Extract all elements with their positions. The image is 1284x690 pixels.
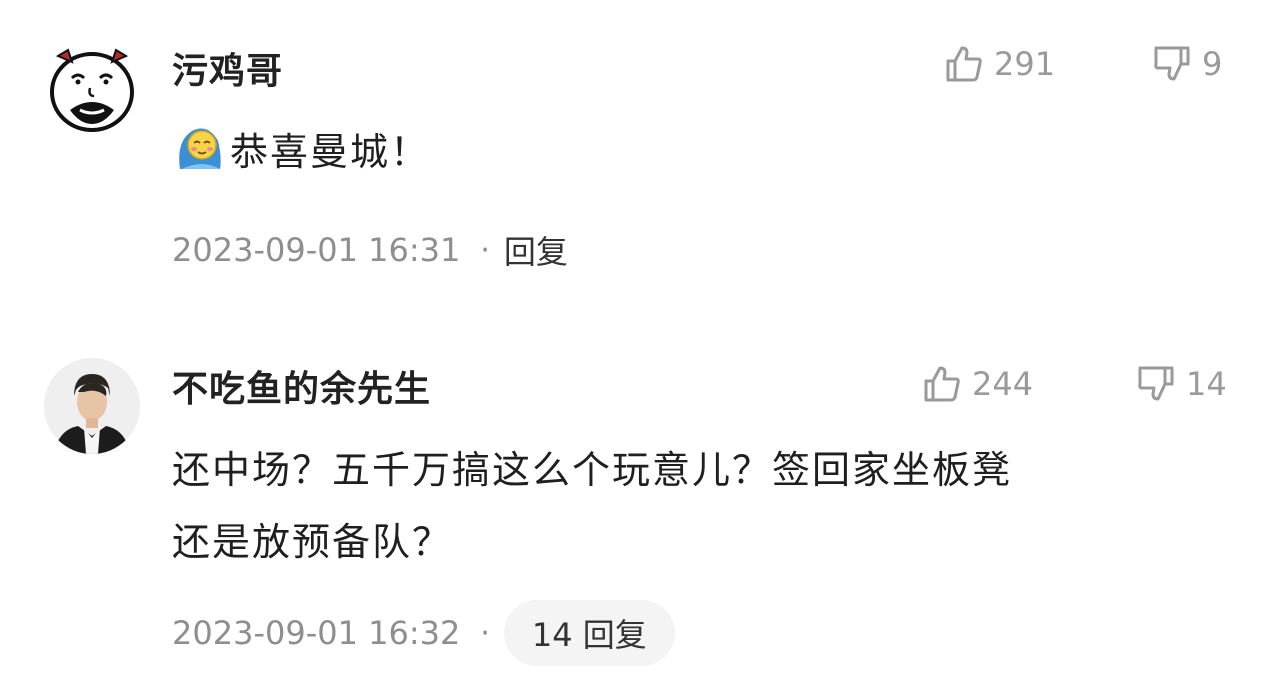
dislike-count: 9 bbox=[1202, 45, 1223, 83]
thumbs-up-icon bbox=[924, 366, 960, 402]
like-button[interactable]: 291 bbox=[944, 44, 1055, 84]
dislike-button[interactable]: 9 bbox=[1152, 44, 1222, 84]
thumbs-up-icon bbox=[946, 46, 982, 82]
comment-meta: 2023-09-01 16:32 · 14 回复 bbox=[172, 600, 675, 666]
dislike-button[interactable]: 14 bbox=[1136, 364, 1227, 404]
meta-separator: · bbox=[480, 615, 490, 651]
blushing-emoji-icon bbox=[172, 121, 226, 175]
comment-text-content: 恭喜曼城！ bbox=[230, 130, 431, 174]
comment-text-line: 还中场？五千万搞这么个玩意儿？签回家坐板凳 bbox=[172, 448, 1013, 492]
meta-separator: · bbox=[480, 232, 490, 268]
comment-username[interactable]: 污鸡哥 bbox=[172, 42, 283, 94]
comment-text: 还中场？五千万搞这么个玩意儿？签回家坐板凳 还是放预备队？ bbox=[172, 434, 1232, 578]
comment-text: 恭喜曼城！ bbox=[172, 116, 1232, 188]
thumbs-down-icon bbox=[1154, 46, 1190, 81]
like-count: 244 bbox=[972, 365, 1034, 403]
avatar[interactable] bbox=[44, 358, 140, 454]
reply-button[interactable]: 回复 bbox=[504, 227, 568, 273]
thumbs-down-icon bbox=[1138, 366, 1174, 401]
like-count: 291 bbox=[994, 45, 1056, 83]
comment-text-line: 还是放预备队？ bbox=[172, 520, 453, 564]
comment-meta: 2023-09-01 16:31 · 回复 bbox=[172, 228, 568, 272]
comment-timestamp: 2023-09-01 16:31 bbox=[172, 231, 461, 269]
comment-item: 污鸡哥 291 9 恭喜曼城！ 2023-09-01 16:31 · 回复 bbox=[0, 0, 1284, 300]
comment-username[interactable]: 不吃鱼的余先生 bbox=[172, 360, 431, 412]
view-replies-button[interactable]: 14 回复 bbox=[503, 600, 675, 666]
comment-timestamp: 2023-09-01 16:32 bbox=[172, 614, 461, 652]
avatar[interactable] bbox=[44, 40, 140, 136]
dislike-count: 14 bbox=[1186, 365, 1227, 403]
user-photo-avatar-icon bbox=[44, 358, 140, 454]
cartoon-face-avatar-icon bbox=[50, 48, 134, 132]
comment-item: 不吃鱼的余先生 244 14 还中场？五千万搞这么个玩意儿？签回家坐板凳 还是放… bbox=[0, 340, 1284, 690]
like-button[interactable]: 244 bbox=[922, 364, 1033, 404]
